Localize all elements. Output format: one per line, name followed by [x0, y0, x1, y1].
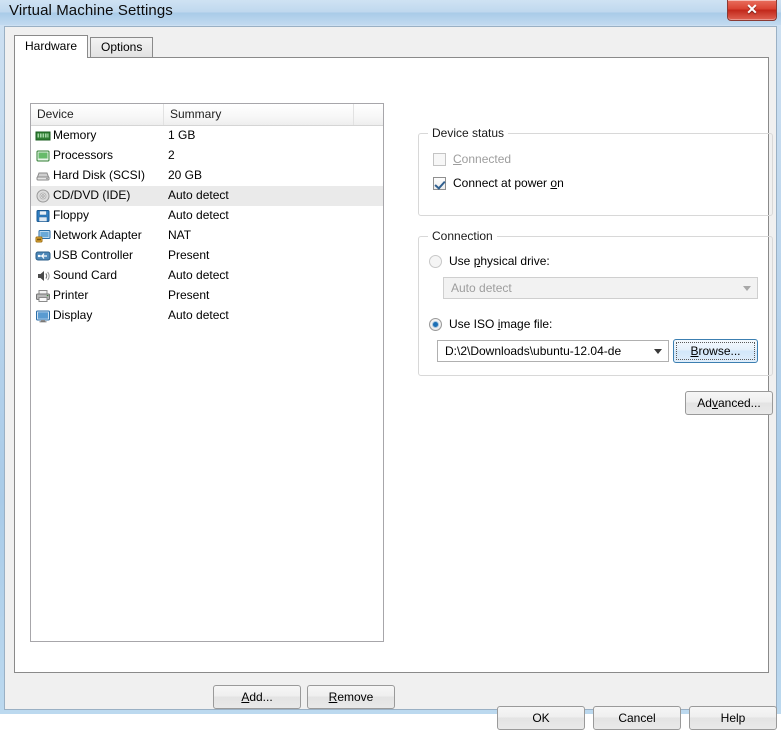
add-device-label: Add... [241, 690, 273, 704]
tab-hardware[interactable]: Hardware [14, 35, 89, 58]
device-summary: Auto detect [168, 268, 229, 282]
device-summary: Present [168, 288, 210, 302]
device-row-printer[interactable]: Printer Present [31, 286, 383, 306]
column-header-extra[interactable] [354, 104, 383, 125]
connection-title: Connection [428, 229, 497, 243]
use-physical-drive-label: Use physical drive: [449, 254, 550, 268]
use-physical-drive-row[interactable]: Use physical drive: [429, 252, 550, 270]
device-name: Printer [53, 288, 89, 302]
device-summary: 2 [168, 148, 175, 162]
device-name: Memory [53, 128, 97, 142]
memory-icon [35, 128, 51, 144]
device-summary: Auto detect [168, 208, 229, 222]
device-summary: NAT [168, 228, 192, 242]
display-icon [35, 308, 51, 324]
vm-settings-window: Virtual Machine Settings ✕ Hardware Opti… [0, 0, 781, 730]
device-row-memory[interactable]: Memory 1 GB [31, 126, 383, 146]
browse-label: Browse... [676, 342, 755, 360]
device-row-usb-controller[interactable]: USB Controller Present [31, 246, 383, 266]
content-panel: Device Summary Memory 1 GB Processors 2 Hard… [14, 57, 773, 709]
harddisk-icon [35, 168, 51, 184]
title-bar: Virtual Machine Settings ✕ [0, 0, 781, 25]
advanced-button[interactable]: Advanced... [685, 391, 773, 415]
device-name: Network Adapter [53, 228, 142, 242]
device-summary: Present [168, 248, 210, 262]
column-header-summary[interactable]: Summary [164, 104, 354, 125]
help-button[interactable]: Help [689, 706, 777, 730]
device-name: Display [53, 308, 93, 322]
connected-checkbox-row: Connected [433, 150, 511, 168]
use-iso-image-radio[interactable] [429, 317, 442, 331]
advanced-label: Advanced... [697, 396, 761, 410]
processor-icon [35, 148, 51, 164]
device-row-floppy[interactable]: Floppy Auto detect [31, 206, 383, 226]
use-iso-image-row[interactable]: Use ISO image file: [429, 315, 552, 333]
device-name: Floppy [53, 208, 90, 222]
device-status-group: Device status Connected Connect at power… [418, 126, 773, 216]
connected-label: Connected [453, 152, 512, 166]
connect-at-power-on-checkbox[interactable] [433, 176, 446, 190]
device-list-header: Device Summary [31, 104, 383, 126]
close-window-button[interactable]: ✕ [727, 0, 777, 21]
device-row-display[interactable]: Display Auto detect [31, 306, 383, 326]
tab-options[interactable]: Options [90, 37, 154, 57]
cancel-button[interactable]: Cancel [593, 706, 681, 730]
device-row-network-adapter[interactable]: Network Adapter NAT [31, 226, 383, 246]
device-status-title: Device status [428, 126, 509, 140]
device-summary: Auto detect [168, 308, 229, 322]
printer-icon [35, 288, 51, 304]
device-name: Processors [53, 148, 114, 162]
column-header-device[interactable]: Device [31, 104, 164, 125]
device-summary: 1 GB [168, 128, 196, 142]
device-list-rows: Memory 1 GB Processors 2 Hard Disk (SCSI) 20 … [31, 126, 383, 326]
remove-device-button[interactable]: Remove [307, 685, 395, 709]
chevron-down-icon [648, 341, 668, 361]
device-row-hard-disk-scsi[interactable]: Hard Disk (SCSI) 20 GB [31, 166, 383, 186]
browse-button[interactable]: Browse... [673, 339, 758, 363]
device-summary: 20 GB [168, 168, 203, 182]
use-physical-drive-radio[interactable] [429, 254, 442, 268]
device-row-cd-dvd-ide[interactable]: CD/DVD (IDE) Auto detect [31, 186, 383, 206]
physical-drive-dropdown[interactable]: Auto detect [443, 277, 758, 299]
chevron-down-icon [737, 278, 757, 298]
add-device-button[interactable]: Add... [213, 685, 301, 709]
device-name: USB Controller [53, 248, 134, 262]
connect-at-power-on-label: Connect at power on [453, 176, 564, 190]
device-list[interactable]: Device Summary Memory 1 GB Processors 2 Hard… [30, 103, 384, 642]
iso-path-dropdown[interactable]: D:\2\Downloads\ubuntu-12.04-de [437, 340, 669, 362]
connected-checkbox [433, 152, 446, 166]
sound-card-icon [35, 268, 51, 284]
close-icon: ✕ [746, 1, 758, 17]
iso-path-value: D:\2\Downloads\ubuntu-12.04-de [445, 344, 622, 358]
device-row-processors[interactable]: Processors 2 [31, 146, 383, 166]
usb-icon [35, 248, 51, 264]
physical-drive-value: Auto detect [451, 281, 512, 295]
window-title: Virtual Machine Settings [9, 2, 173, 19]
device-summary: Auto detect [168, 188, 229, 202]
device-name: Hard Disk (SCSI) [53, 168, 146, 182]
device-name: Sound Card [53, 268, 118, 282]
floppy-icon [35, 208, 51, 224]
ok-button[interactable]: OK [497, 706, 585, 730]
connect-at-power-on-row[interactable]: Connect at power on [433, 174, 564, 192]
device-row-sound-card[interactable]: Sound Card Auto detect [31, 266, 383, 286]
dialog-body: Hardware Options Device Summary Memory 1 … [4, 26, 777, 730]
cddvd-icon [35, 188, 51, 204]
network-adapter-icon [35, 228, 51, 244]
device-name: CD/DVD (IDE) [53, 188, 131, 202]
remove-device-label: Remove [328, 690, 374, 704]
use-iso-image-label: Use ISO image file: [449, 317, 553, 331]
